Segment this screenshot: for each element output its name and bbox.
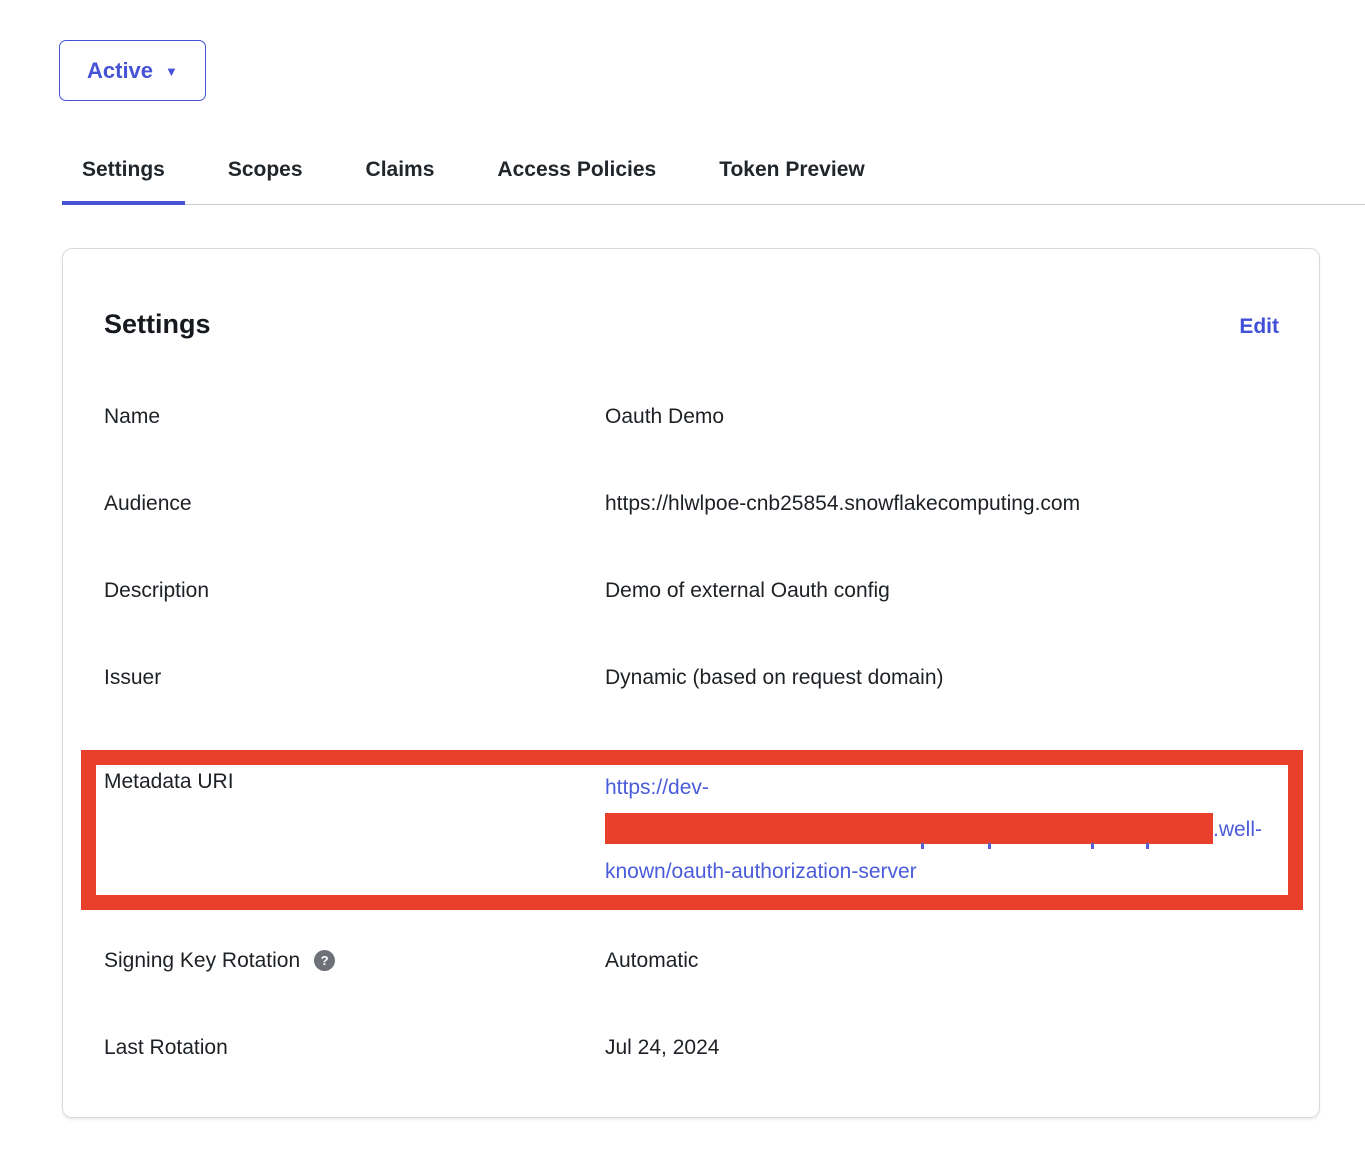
- tab-access-policies[interactable]: Access Policies: [477, 158, 676, 205]
- tab-claims[interactable]: Claims: [346, 158, 455, 205]
- metadata-uri-link-line1[interactable]: https://dev-: [605, 776, 709, 799]
- tab-token-preview[interactable]: Token Preview: [699, 158, 885, 205]
- field-value: Demo of external Oauth config: [605, 576, 1279, 606]
- field-row-audience: Audience https://hlwlpoe-cnb25854.snowfl…: [104, 489, 1279, 519]
- field-label: Name: [104, 402, 605, 432]
- field-label: Last Rotation: [104, 1033, 605, 1063]
- card-header: Settings Edit: [104, 309, 1279, 340]
- field-value: Oauth Demo: [605, 402, 1279, 432]
- field-row-last-rotation: Last Rotation Jul 24, 2024: [104, 1033, 1279, 1063]
- field-label: Issuer: [104, 663, 605, 693]
- status-dropdown-button[interactable]: Active ▼: [59, 40, 206, 101]
- edit-button[interactable]: Edit: [1239, 315, 1279, 339]
- card-title: Settings: [104, 309, 211, 340]
- settings-fields: Name Oauth Demo Audience https://hlwlpoe…: [104, 402, 1279, 1063]
- tab-settings[interactable]: Settings: [62, 158, 185, 205]
- metadata-uri-highlight-box: Metadata URI https://dev- .well- known/o…: [81, 750, 1303, 910]
- metadata-uri-link-line2-suffix[interactable]: .well-: [1213, 818, 1262, 841]
- field-row-name: Name Oauth Demo: [104, 402, 1279, 432]
- chevron-down-icon: ▼: [165, 65, 178, 78]
- status-dropdown-label: Active: [87, 58, 153, 84]
- metadata-uri-link: https://dev- .well- known/oauth-authoriz…: [605, 767, 1288, 893]
- metadata-uri-link-line3[interactable]: known/oauth-authorization-server: [605, 860, 917, 883]
- field-row-description: Description Demo of external Oauth confi…: [104, 576, 1279, 606]
- field-label: Description: [104, 576, 605, 606]
- field-value: https://hlwlpoe-cnb25854.snowflakecomput…: [605, 489, 1279, 519]
- field-label: Signing Key Rotation: [104, 946, 300, 976]
- settings-card: Settings Edit Name Oauth Demo Audience h…: [62, 248, 1320, 1118]
- field-row-metadata-uri: Metadata URI https://dev- .well- known/o…: [104, 767, 1288, 893]
- field-value: Automatic: [605, 946, 1279, 976]
- tab-scopes[interactable]: Scopes: [208, 158, 323, 205]
- field-value: Dynamic (based on request domain): [605, 663, 1279, 693]
- field-label: Audience: [104, 489, 605, 519]
- field-value: Jul 24, 2024: [605, 1033, 1279, 1063]
- redaction-bar: [605, 813, 1213, 844]
- tab-bar: Settings Scopes Claims Access Policies T…: [62, 158, 1365, 205]
- field-row-issuer: Issuer Dynamic (based on request domain): [104, 663, 1279, 693]
- help-icon[interactable]: ?: [314, 950, 335, 971]
- field-label: Metadata URI: [104, 767, 605, 893]
- field-row-signing-key-rotation: Signing Key Rotation ? Automatic: [104, 946, 1279, 976]
